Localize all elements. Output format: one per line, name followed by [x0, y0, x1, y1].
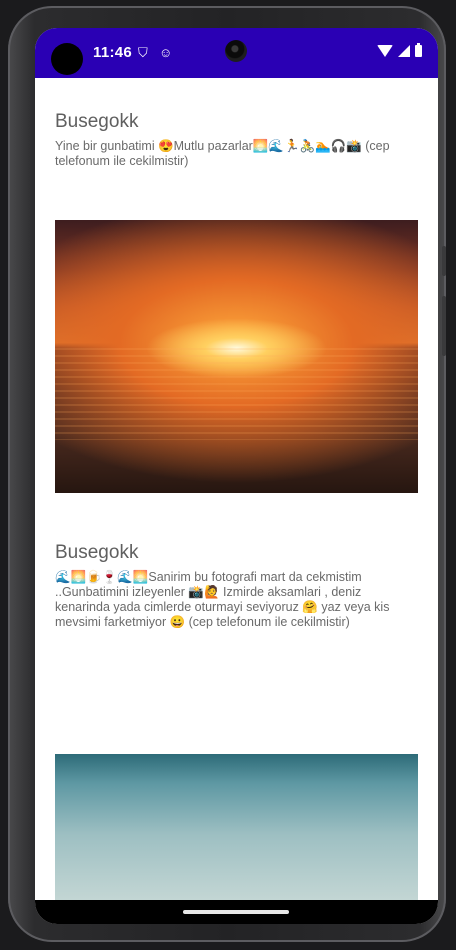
post-caption: 🌊🌅🍺🍷🌊🌅Sanirim bu fotografi mart da cekmi… — [55, 570, 390, 629]
feed-list[interactable]: Busegokk Yine bir gunbatimi 😍Mutlu pazar… — [35, 78, 438, 900]
shield-icon: ⛉ — [138, 45, 148, 60]
wifi-icon — [377, 45, 393, 57]
status-right-icons — [377, 43, 422, 57]
post-image[interactable] — [55, 754, 418, 900]
post-image[interactable] — [55, 220, 418, 493]
phone-screen: 11:46 ⛉ ☺ Busegokk Yine bir gunbatimi 😍M… — [35, 28, 438, 924]
status-bar: 11:46 ⛉ ☺ — [35, 28, 438, 78]
status-time: 11:46 — [93, 44, 133, 61]
battery-icon — [415, 43, 422, 57]
front-camera — [225, 40, 247, 62]
face-icon: ☺ — [159, 45, 173, 60]
navigation-bar — [35, 900, 438, 924]
post-title: Busegokk — [55, 542, 139, 563]
power-button — [442, 296, 446, 356]
home-handle[interactable] — [183, 910, 289, 914]
phone-frame: 11:46 ⛉ ☺ Busegokk Yine bir gunbatimi 😍M… — [8, 6, 446, 942]
post-item: Busegokk Yine bir gunbatimi 😍Mutlu pazar… — [55, 111, 418, 169]
camera-cutout — [51, 43, 83, 75]
post-item: Busegokk 🌊🌅🍺🍷🌊🌅Sanirim bu fotografi mart… — [55, 542, 418, 630]
volume-button — [442, 246, 446, 276]
signal-icon — [398, 45, 410, 57]
post-caption: Yine bir gunbatimi 😍Mutlu pazarlar🌅🌊🏃🚴🏊🎧… — [55, 139, 390, 168]
post-title: Busegokk — [55, 111, 139, 132]
